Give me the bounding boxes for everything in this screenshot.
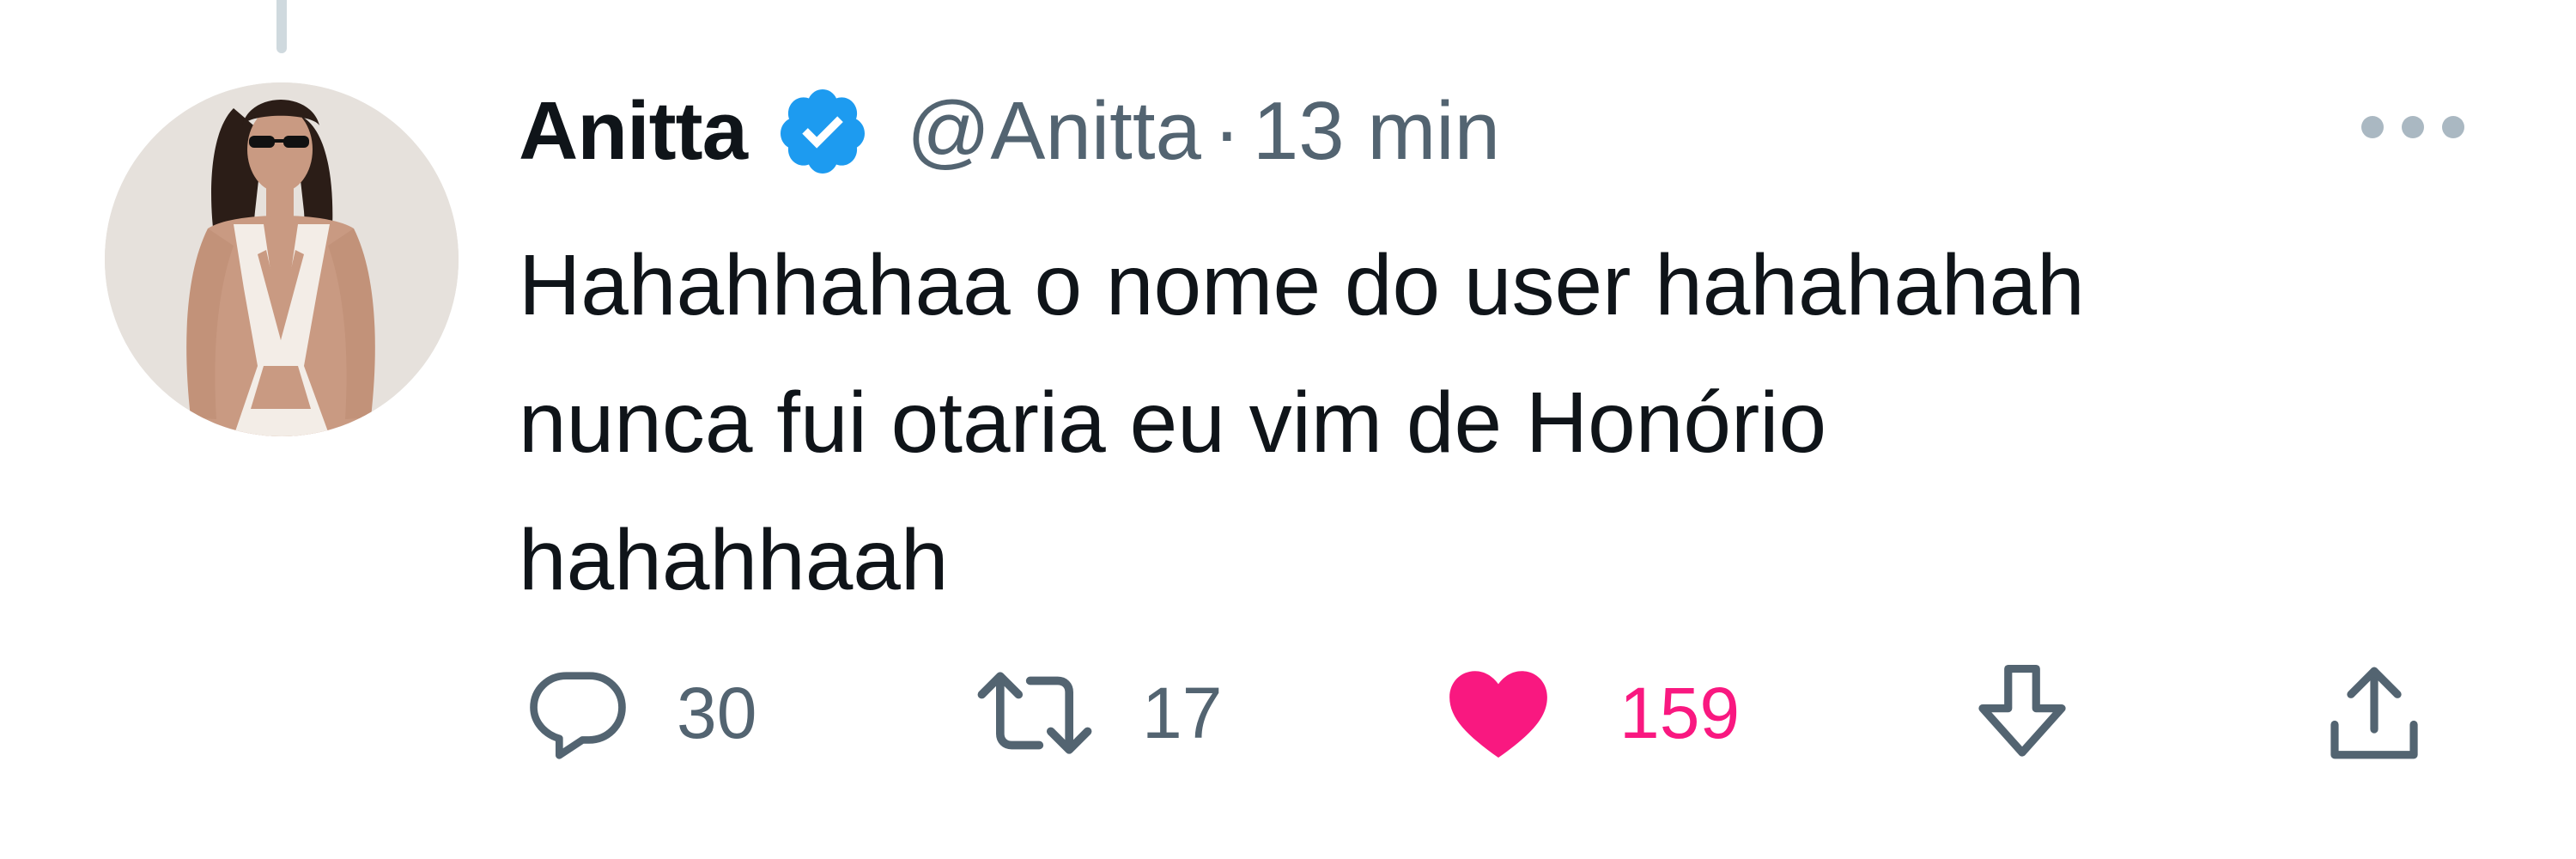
more-dot-icon — [2361, 116, 2384, 138]
tweet-header: Anitta @Anitta · 13 min — [519, 76, 1500, 187]
author-display-name[interactable]: Anitta — [519, 84, 748, 179]
bookmark-button[interactable] — [1966, 649, 2078, 777]
tweet-timestamp[interactable]: 13 min — [1253, 84, 1500, 179]
separator-dot: · — [1212, 85, 1241, 177]
verified-badge-icon — [775, 83, 871, 180]
tweet-text-line: Hahahhahaa o nome do user hahahahah — [519, 237, 2085, 333]
more-options-button[interactable] — [2353, 101, 2473, 153]
reply-icon — [530, 672, 626, 759]
share-icon — [2330, 667, 2418, 759]
retweet-button[interactable]: 17 — [970, 649, 1222, 777]
reply-count: 30 — [677, 672, 757, 753]
tweet-text-line: hahahhaah — [519, 512, 949, 608]
author-handle[interactable]: @Anitta — [907, 84, 1201, 179]
avatar[interactable] — [105, 82, 459, 436]
heart-filled-icon — [1449, 671, 1547, 758]
thread-connector-line — [276, 0, 287, 53]
tweet-text-line: nunca fui otaria eu vim de Honório — [519, 375, 1827, 471]
like-button[interactable]: 159 — [1443, 649, 1740, 777]
share-button[interactable] — [2318, 649, 2430, 777]
more-dot-icon — [2402, 116, 2424, 138]
reply-button[interactable]: 30 — [522, 649, 756, 777]
avatar-photo — [105, 82, 459, 436]
like-count: 159 — [1619, 672, 1741, 753]
arrow-down-icon — [1978, 664, 2066, 757]
more-dot-icon — [2442, 116, 2464, 138]
retweet-icon — [977, 672, 1092, 754]
retweet-count: 17 — [1142, 672, 1223, 753]
tweet-actions-bar: 30 17 159 — [0, 649, 2576, 777]
tweet-text: Hahahhahaa o nome do user hahahahah nunc… — [519, 216, 2528, 629]
